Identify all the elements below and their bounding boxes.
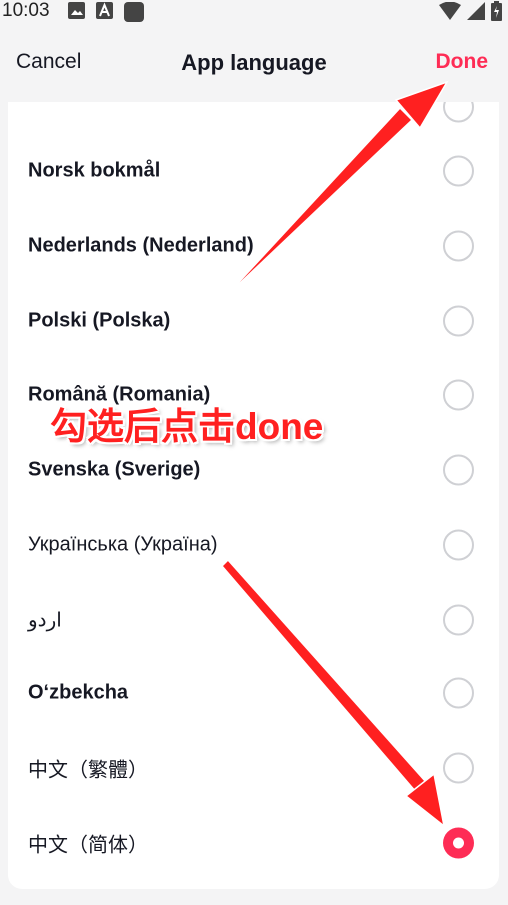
language-label: اردو [28, 609, 62, 632]
radio-button[interactable] [443, 454, 474, 486]
language-option-ozbekcha[interactable]: O‘zbekcha [8, 656, 499, 730]
done-button[interactable]: Done [436, 50, 489, 74]
radio-button[interactable] [443, 102, 474, 123]
language-label: 中文（简体） [28, 834, 148, 857]
language-list: Norsk bokmål Nederlands (Nederland) Pols… [8, 102, 499, 889]
language-option-ukrainska[interactable]: Українська (Україна) [8, 508, 499, 582]
language-option-urdu[interactable]: اردو [8, 583, 499, 657]
radio-button[interactable] [443, 529, 474, 561]
nav-bar: Cancel App language Done [0, 24, 508, 102]
radio-button[interactable] [443, 604, 474, 636]
radio-button[interactable] [443, 305, 474, 337]
status-icons-right [439, 1, 502, 26]
language-option-chinese-traditional[interactable]: 中文（繁體） [8, 731, 499, 805]
partially-scrolled-row[interactable] [8, 102, 499, 123]
signal-icon [467, 2, 485, 25]
status-bar: 10:03 [0, 0, 508, 24]
status-time: 10:03 [2, 0, 50, 21]
language-option-chinese-simplified[interactable]: 中文（简体） [8, 806, 499, 880]
battery-icon [491, 1, 502, 26]
radio-button[interactable] [443, 230, 474, 262]
language-label: 中文（繁體） [28, 759, 148, 782]
language-label: O‘zbekcha [28, 681, 129, 704]
language-label: Norsk bokmål [28, 159, 161, 182]
language-option-norsk[interactable]: Norsk bokmål [8, 134, 499, 208]
radio-button[interactable] [443, 677, 474, 709]
radio-button[interactable] [443, 752, 474, 784]
language-label: Nederlands (Nederland) [28, 234, 254, 257]
language-label: Svenska (Sverige) [28, 458, 201, 481]
language-label: Українська (Україна) [28, 533, 218, 556]
radio-button-selected[interactable] [443, 827, 474, 859]
language-label: Polski (Polska) [28, 309, 171, 332]
language-option-polski[interactable]: Polski (Polska) [8, 284, 499, 358]
annotation-label: 勾选后点击done [50, 406, 324, 447]
cancel-button[interactable]: Cancel [16, 50, 81, 74]
language-option-nederlands[interactable]: Nederlands (Nederland) [8, 209, 499, 283]
radio-button[interactable] [443, 155, 474, 187]
radio-button[interactable] [443, 379, 474, 411]
wifi-icon [439, 1, 461, 25]
